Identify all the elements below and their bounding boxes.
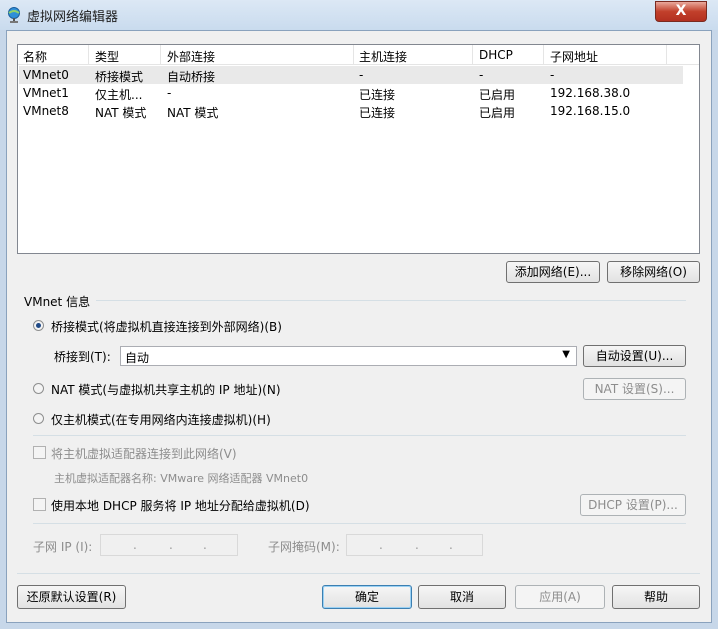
host-only-label[interactable]: 仅主机模式(在专用网络内连接虚拟机)(H) bbox=[51, 411, 271, 428]
remove-network-button[interactable]: 移除网络(O) bbox=[607, 261, 700, 283]
bridged-mode-radio[interactable] bbox=[33, 320, 44, 331]
cell-host: - bbox=[359, 68, 364, 82]
ok-button[interactable]: 确定 bbox=[322, 585, 412, 609]
cell-external: - bbox=[167, 86, 172, 100]
divider bbox=[33, 435, 686, 436]
nat-settings-button[interactable]: NAT 设置(S)... bbox=[583, 378, 686, 400]
cell-name: VMnet0 bbox=[23, 68, 69, 82]
window-title: 虚拟网络编辑器 bbox=[27, 10, 119, 25]
cell-subnet: 192.168.38.0 bbox=[550, 86, 631, 100]
subnet-ip-label: 子网 IP (I): bbox=[33, 540, 93, 554]
cancel-button[interactable]: 取消 bbox=[418, 585, 506, 609]
column-header-dhcp[interactable]: DHCP bbox=[479, 48, 513, 62]
bridge-to-value: 自动 bbox=[125, 351, 150, 365]
group-divider bbox=[96, 300, 686, 301]
table-row-vmnet8[interactable]: VMnet8 NAT 模式 NAT 模式 已连接 已启用 192.168.15.… bbox=[19, 102, 683, 120]
network-globe-icon bbox=[8, 7, 20, 23]
dhcp-settings-button[interactable]: DHCP 设置(P)... bbox=[580, 494, 686, 516]
cell-name: VMnet8 bbox=[23, 104, 69, 118]
cell-type: 桥接模式 bbox=[95, 70, 144, 84]
column-header-external[interactable]: 外部连接 bbox=[167, 48, 215, 65]
subnet-mask-label: 子网掩码(M): bbox=[268, 540, 340, 554]
add-network-button[interactable]: 添加网络(E)... bbox=[506, 261, 600, 283]
network-list[interactable]: 名称 类型 外部连接 主机连接 DHCP 子网地址 VMnet0 桥接模式 自动… bbox=[17, 44, 700, 254]
help-button[interactable]: 帮助 bbox=[612, 585, 700, 609]
dropdown-arrow-icon: ▼ bbox=[562, 349, 570, 360]
cell-type: 仅主机... bbox=[95, 88, 143, 102]
cell-name: VMnet1 bbox=[23, 86, 69, 100]
cell-subnet: - bbox=[550, 68, 555, 82]
list-header: 名称 类型 外部连接 主机连接 DHCP 子网地址 bbox=[18, 45, 699, 65]
cell-subnet: 192.168.15.0 bbox=[550, 104, 631, 118]
bridge-to-select[interactable]: 自动 ▼ bbox=[120, 346, 577, 366]
subnet-ip-field[interactable]: ... bbox=[100, 534, 238, 556]
cell-host: 已连接 bbox=[359, 88, 396, 102]
bridged-mode-label[interactable]: 桥接模式(将虚拟机直接连接到外部网络)(B) bbox=[51, 318, 282, 335]
use-dhcp-checkbox[interactable] bbox=[33, 498, 46, 511]
column-header-type[interactable]: 类型 bbox=[95, 48, 119, 65]
cell-external: 自动桥接 bbox=[167, 70, 216, 84]
cell-external: NAT 模式 bbox=[167, 106, 219, 120]
column-header-name[interactable]: 名称 bbox=[23, 48, 47, 65]
cell-host: 已连接 bbox=[359, 106, 396, 120]
auto-settings-button[interactable]: 自动设置(U)... bbox=[583, 345, 686, 367]
connect-host-adapter-checkbox[interactable] bbox=[33, 446, 46, 459]
footer-divider bbox=[17, 573, 700, 574]
apply-button[interactable]: 应用(A) bbox=[515, 585, 605, 609]
table-row-vmnet1[interactable]: VMnet1 仅主机... - 已连接 已启用 192.168.38.0 bbox=[19, 84, 683, 102]
restore-defaults-button[interactable]: 还原默认设置(R) bbox=[17, 585, 126, 609]
vmnet-info-group-label: VMnet 信息 bbox=[24, 295, 91, 309]
title-bar: 虚拟网络编辑器 bbox=[0, 0, 718, 30]
nat-mode-radio[interactable] bbox=[33, 383, 44, 394]
column-header-subnet[interactable]: 子网地址 bbox=[550, 48, 598, 65]
host-adapter-name: 主机虚拟适配器名称: VMware 网络适配器 VMnet0 bbox=[54, 472, 309, 485]
cell-dhcp: - bbox=[479, 68, 484, 82]
subnet-mask-field[interactable]: ... bbox=[346, 534, 483, 556]
connect-host-adapter-label[interactable]: 将主机虚拟适配器连接到此网络(V) bbox=[51, 445, 237, 462]
divider bbox=[33, 523, 686, 524]
nat-mode-label[interactable]: NAT 模式(与虚拟机共享主机的 IP 地址)(N) bbox=[51, 381, 281, 398]
cell-type: NAT 模式 bbox=[95, 106, 147, 120]
bridge-to-label: 桥接到(T): bbox=[54, 350, 111, 364]
table-row-vmnet0[interactable]: VMnet0 桥接模式 自动桥接 - - - bbox=[19, 66, 683, 84]
use-dhcp-label[interactable]: 使用本地 DHCP 服务将 IP 地址分配给虚拟机(D) bbox=[51, 497, 310, 514]
host-only-radio[interactable] bbox=[33, 413, 44, 424]
cell-dhcp: 已启用 bbox=[479, 106, 516, 120]
cell-dhcp: 已启用 bbox=[479, 88, 516, 102]
close-button[interactable]: X bbox=[655, 1, 707, 22]
column-header-host[interactable]: 主机连接 bbox=[359, 48, 407, 65]
